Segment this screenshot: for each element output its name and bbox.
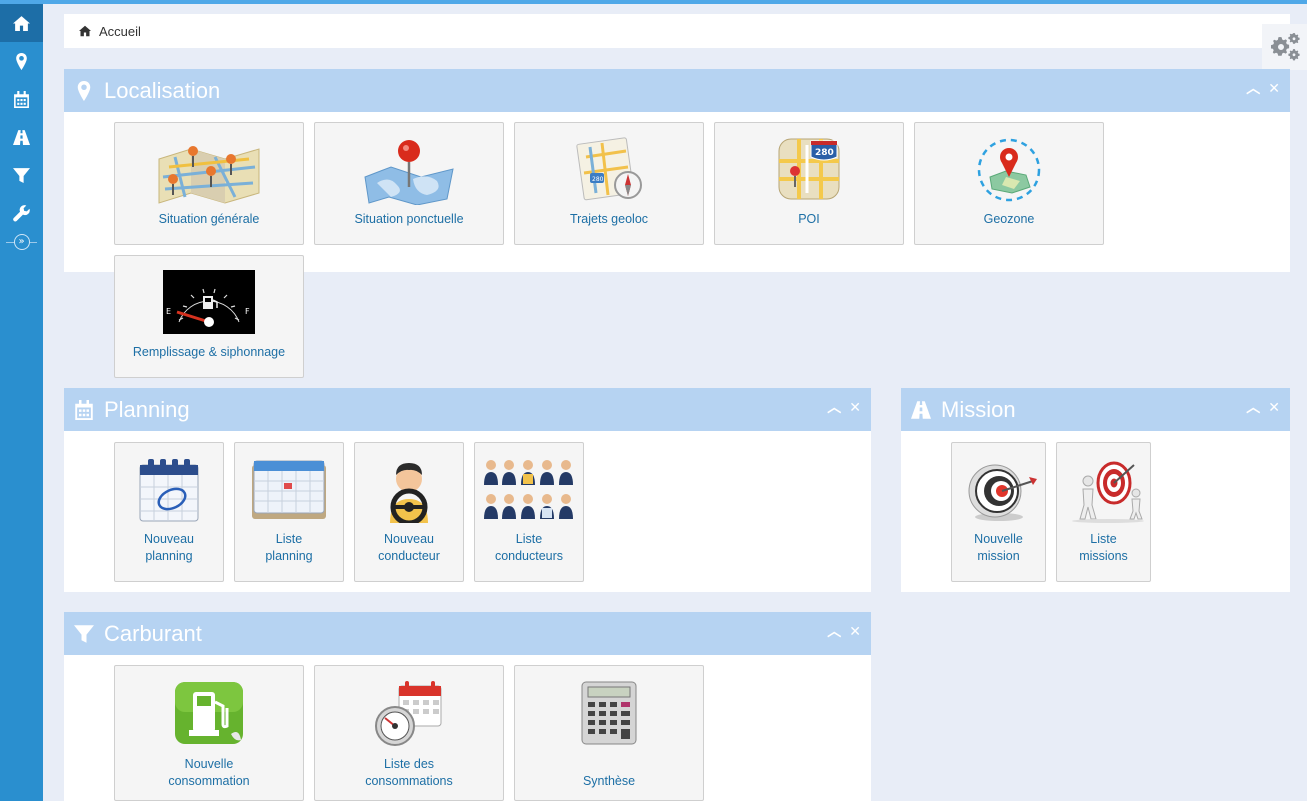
collapse-icon[interactable]: ︿ — [827, 625, 841, 639]
panel-header: Planning ︿ ✕ — [64, 388, 871, 431]
home-icon — [79, 25, 91, 37]
tile-label: Geozone — [983, 212, 1035, 226]
panel-title: Mission — [941, 396, 1016, 422]
tile-label: Trajets geoloc — [569, 212, 649, 226]
close-icon[interactable]: ✕ — [1268, 82, 1280, 96]
driver-icon — [390, 463, 428, 523]
tile-nouveau-conducteur[interactable]: Nouveau conducteur — [354, 442, 464, 582]
sidebar: » — [0, 4, 43, 801]
collapse-icon[interactable]: ︿ — [1246, 82, 1260, 96]
tile-liste-planning[interactable]: Liste planning — [234, 442, 344, 582]
svg-text:280: 280 — [815, 148, 834, 158]
fuel-pump-icon — [175, 682, 243, 744]
calendar-list-icon — [252, 460, 326, 519]
sidebar-item-home[interactable] — [0, 4, 43, 42]
collapse-icon[interactable]: ︿ — [827, 401, 841, 415]
collapse-icon[interactable]: ︿ — [1246, 401, 1260, 415]
gears-icon — [1270, 33, 1300, 61]
map-marker-icon — [16, 52, 27, 70]
tile-label: Situation générale — [158, 212, 260, 226]
calendar-icon — [75, 399, 93, 420]
tile-trajets-geoloc[interactable]: 280 Trajets geoloc — [514, 122, 704, 245]
target-icon — [968, 464, 1037, 521]
map-pins-icon — [158, 146, 260, 204]
filter-icon — [74, 624, 94, 643]
top-accent-bar — [0, 0, 1307, 4]
breadcrumb: Accueil — [64, 14, 1290, 48]
tile-synthese[interactable]: Synthèse — [514, 665, 704, 801]
road-icon — [911, 400, 931, 419]
sidebar-item-planning[interactable] — [0, 80, 43, 118]
tile-geozone[interactable]: Geozone — [914, 122, 1104, 245]
calendar-icon — [14, 90, 29, 108]
tile-label: Situation ponctuelle — [354, 212, 464, 226]
map-marker-icon — [77, 80, 91, 101]
tile-label: Remplissage & siphonnage — [132, 345, 286, 359]
double-chevron-right-icon: » — [13, 234, 30, 250]
tile-label: Synthèse — [582, 774, 636, 788]
tile-label: Liste missions — [1079, 532, 1128, 563]
tile-nouveau-planning[interactable]: Nouveau planning — [114, 442, 224, 582]
svg-text:E: E — [166, 307, 171, 316]
home-icon — [13, 15, 30, 31]
tile-label: Nouvelle consommation — [168, 757, 250, 788]
tile-label: Nouvelle mission — [974, 532, 1023, 563]
panel-header: Mission ︿ ✕ — [901, 388, 1290, 431]
tile-label: Liste des consommations — [365, 757, 453, 788]
panel-header: Localisation ︿ ✕ — [64, 69, 1290, 112]
panel-title: Carburant — [104, 620, 202, 646]
sidebar-item-mission[interactable] — [0, 118, 43, 156]
world-map-pin-icon — [364, 140, 454, 205]
close-icon[interactable]: ✕ — [849, 401, 861, 415]
target-people-icon — [1071, 461, 1144, 523]
gauge-calendar-icon — [375, 681, 442, 746]
breadcrumb-home-link[interactable]: Accueil — [99, 24, 141, 39]
tile-label: Nouveau conducteur — [378, 532, 440, 563]
tile-label: Liste planning — [265, 532, 313, 563]
tile-liste-consommations[interactable]: Liste des consommations — [314, 665, 504, 801]
geozone-icon — [977, 138, 1041, 202]
tile-label: Nouveau planning — [143, 532, 195, 563]
svg-text:280: 280 — [592, 176, 604, 183]
panel-header: Carburant ︿ ✕ — [64, 612, 871, 655]
tile-remplissage-siphonnage[interactable]: E F Remplissage & siphonnage — [114, 255, 304, 378]
wrench-icon — [13, 204, 30, 221]
settings-button[interactable] — [1262, 24, 1307, 70]
fuel-gauge-icon: E F — [163, 270, 255, 334]
tile-situation-ponctuelle[interactable]: Situation ponctuelle — [314, 122, 504, 245]
sidebar-item-settings[interactable] — [0, 194, 43, 232]
panel-title: Planning — [104, 396, 190, 422]
tile-situation-generale[interactable]: Situation générale — [114, 122, 304, 245]
road-icon — [13, 129, 30, 145]
map-compass-icon: 280 — [576, 137, 642, 201]
new-calendar-icon — [139, 459, 199, 522]
tile-liste-missions[interactable]: Liste missions — [1056, 442, 1151, 582]
tile-liste-conducteurs[interactable]: Liste conducteurs — [474, 442, 584, 582]
tile-label: POI — [798, 212, 820, 226]
tile-nouvelle-mission[interactable]: Nouvelle mission — [951, 442, 1046, 582]
tile-nouvelle-consommation[interactable]: Nouvelle consommation — [114, 665, 304, 801]
sidebar-collapse-toggle[interactable]: » — [0, 232, 43, 252]
panel-title: Localisation — [104, 77, 221, 103]
poi-map-icon: 280 — [778, 138, 840, 200]
calculator-icon — [581, 681, 637, 745]
sidebar-item-carburant[interactable] — [0, 156, 43, 194]
sidebar-item-localisation[interactable] — [0, 42, 43, 80]
close-icon[interactable]: ✕ — [1268, 401, 1280, 415]
filter-icon — [13, 167, 30, 183]
tile-label: Liste conducteurs — [494, 532, 564, 563]
drivers-group-icon — [484, 460, 573, 519]
svg-text:F: F — [245, 307, 250, 316]
tile-poi[interactable]: 280 POI — [714, 122, 904, 245]
close-icon[interactable]: ✕ — [849, 625, 861, 639]
